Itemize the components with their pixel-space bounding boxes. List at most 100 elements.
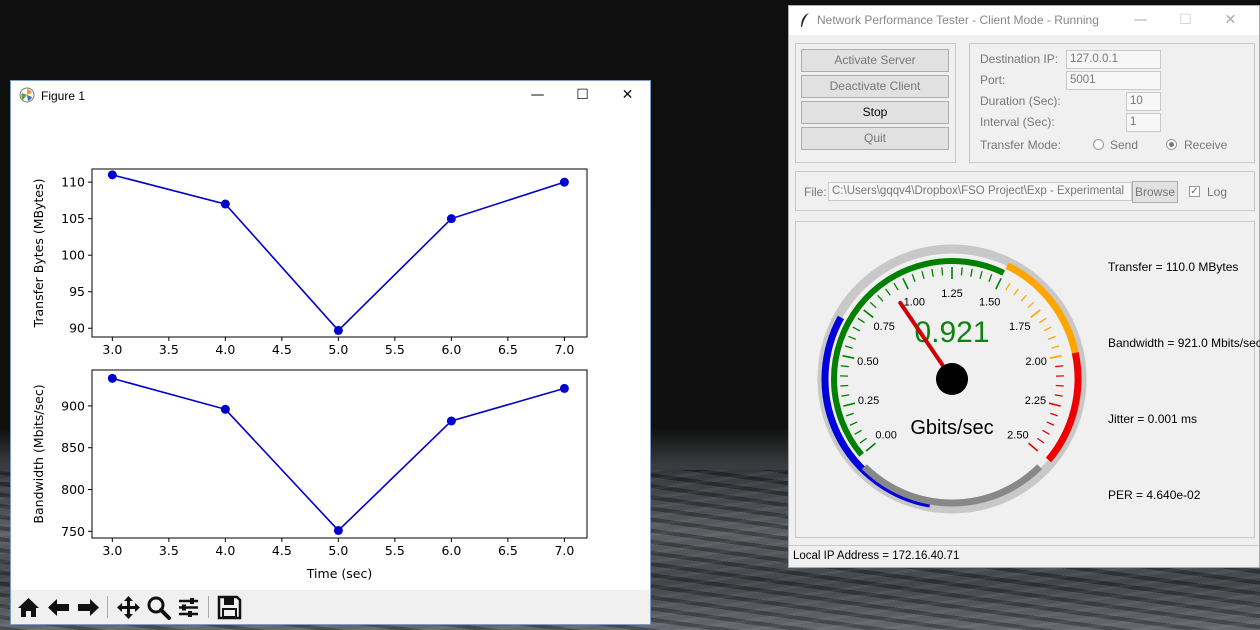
minimize-button[interactable]: — <box>1118 6 1163 35</box>
gauge-minor-tick <box>869 301 877 309</box>
x-tick-label: 3.5 <box>159 342 179 357</box>
gauge-major-tick <box>865 442 876 452</box>
gauge-minor-tick <box>893 282 899 291</box>
file-path-field[interactable]: C:\Users\gqqv4\Dropbox\FSO Project\Exp -… <box>828 182 1132 201</box>
receive-radio[interactable] <box>1166 139 1177 150</box>
gauge-minor-tick <box>844 345 853 349</box>
y-tick-label: 850 <box>61 440 85 455</box>
gauge-major-tick <box>1030 309 1041 319</box>
tester-titlebar[interactable]: Network Performance Tester - Client Mode… <box>789 6 1259 35</box>
activate-server-button[interactable]: Activate Server <box>801 49 949 72</box>
transfer-stat: Transfer = 110.0 MBytes <box>1108 260 1239 274</box>
gauge-major-tick <box>902 277 909 290</box>
gauge-minor-tick <box>1054 394 1063 397</box>
gauge-minor-tick <box>1046 421 1055 426</box>
tester-title: Network Performance Tester - Client Mode… <box>817 13 1099 27</box>
gauge-minor-tick <box>1043 326 1052 332</box>
x-tick-label: 4.0 <box>215 342 235 357</box>
x-tick-label: 6.5 <box>498 342 518 357</box>
zoom-icon[interactable] <box>145 594 172 621</box>
gauge-minor-tick <box>1047 335 1056 340</box>
data-point <box>107 170 117 180</box>
gauge-minor-tick <box>931 268 934 277</box>
gauge-unit-label: Gbits/sec <box>910 417 993 439</box>
gauge-tick-label: 1.25 <box>941 288 962 300</box>
receive-radio-label: Receive <box>1184 138 1228 152</box>
minimize-button[interactable]: — <box>515 81 560 110</box>
configure-icon[interactable] <box>175 594 202 621</box>
figure-canvas: 3.0 3.5 4.0 4.5 5.0 5.5 6.0 6.5 7.0 90 95 100 105 110… <box>31 168 588 581</box>
gauge-minor-tick <box>1055 384 1064 387</box>
close-button[interactable]: ✕ <box>605 81 650 110</box>
gauge-tick-label: 2.00 <box>1025 356 1046 368</box>
back-icon[interactable] <box>45 594 72 621</box>
y-tick-label: 750 <box>61 524 85 539</box>
close-button[interactable]: ✕ <box>1208 6 1253 35</box>
x-tick-label: 4.5 <box>272 342 292 357</box>
y-tick-label: 110 <box>61 175 85 190</box>
x-tick-label: 5.0 <box>328 543 348 558</box>
x-tick-label: 3.0 <box>102 543 122 558</box>
y-axis-label: Transfer Bytes (MBytes) <box>31 179 46 329</box>
gauge-minor-tick <box>911 274 916 283</box>
stop-button[interactable]: Stop <box>801 101 949 124</box>
x-tick-label: 3.5 <box>159 543 179 558</box>
gauge-minor-tick <box>1013 288 1019 296</box>
data-point <box>559 383 569 393</box>
log-checkbox[interactable]: ✓ <box>1189 186 1200 197</box>
gauge-minor-tick <box>885 288 891 296</box>
home-icon[interactable] <box>15 594 42 621</box>
matplotlib-icon <box>19 87 35 103</box>
browse-button[interactable]: Browse <box>1132 181 1178 203</box>
gauge-major-tick <box>842 354 855 359</box>
status-divider <box>789 545 1259 546</box>
gauge-minor-tick <box>1042 429 1050 435</box>
gauge-tick-label: 0.50 <box>857 356 878 368</box>
bandwidth-gauge: 0.00 0.25 0.50 0.75 1.00 1.25 1.50 1.75 2.00 2.25… <box>817 244 1087 514</box>
quit-button[interactable]: Quit <box>801 127 949 150</box>
maximize-button[interactable]: ☐ <box>560 81 605 110</box>
gauge-minor-tick <box>1037 437 1045 444</box>
x-tick-label: 4.0 <box>215 543 235 558</box>
gauge-major-tick <box>1049 354 1062 359</box>
gauge-minor-tick <box>848 335 857 340</box>
gauge-major-tick <box>843 402 856 407</box>
interval-field[interactable]: 1 <box>1126 113 1161 132</box>
duration-field[interactable]: 10 <box>1126 92 1161 111</box>
deactivate-client-button[interactable]: Deactivate Client <box>801 75 949 98</box>
y-tick-label: 90 <box>69 321 85 336</box>
save-icon[interactable] <box>216 594 243 621</box>
forward-icon[interactable] <box>75 594 102 621</box>
gauge-major-tick <box>1048 402 1061 407</box>
figure-titlebar[interactable]: Figure 1 — ☐ ✕ <box>11 81 650 110</box>
duration-label: Duration (Sec): <box>980 94 1061 108</box>
destination-ip-label: Destination IP: <box>980 52 1059 66</box>
data-point <box>559 177 569 187</box>
gauge-minor-tick <box>846 412 854 417</box>
port-field[interactable]: 5001 <box>1066 71 1161 90</box>
destination-ip-field[interactable]: 127.0.0.1 <box>1066 50 1161 69</box>
gauge-minor-tick <box>970 268 973 277</box>
axes-frame <box>91 168 588 338</box>
data-point <box>220 404 230 414</box>
maximize-button[interactable]: ☐ <box>1163 6 1208 35</box>
x-tick-label: 6.5 <box>498 543 518 558</box>
gauge-tick-label: 0.75 <box>874 321 895 333</box>
log-checkbox-label: Log <box>1207 185 1228 199</box>
chart-2: 3.0 3.5 4.0 4.5 5.0 5.5 6.0 6.5 7.0 750 800 850 900 B… <box>31 369 588 581</box>
gauge-minor-tick <box>852 326 861 332</box>
local-ip-status: Local IP Address = 172.16.40.71 <box>793 550 960 562</box>
gauge-minor-tick <box>1005 282 1011 291</box>
y-tick-label: 100 <box>61 248 85 263</box>
send-radio[interactable] <box>1093 139 1104 150</box>
gauge-minor-tick <box>849 421 858 426</box>
gauge-tick-label: 1.00 <box>904 297 925 309</box>
gauge-minor-tick <box>840 365 849 368</box>
gauge-tick-label: 2.50 <box>1007 429 1028 441</box>
gauge-hub <box>936 363 968 395</box>
y-tick-label: 95 <box>69 284 85 299</box>
gauge-minor-tick <box>859 437 867 444</box>
gauge-minor-tick <box>1055 365 1064 368</box>
pan-icon[interactable] <box>115 594 142 621</box>
tester-window: Network Performance Tester - Client Mode… <box>788 5 1260 568</box>
